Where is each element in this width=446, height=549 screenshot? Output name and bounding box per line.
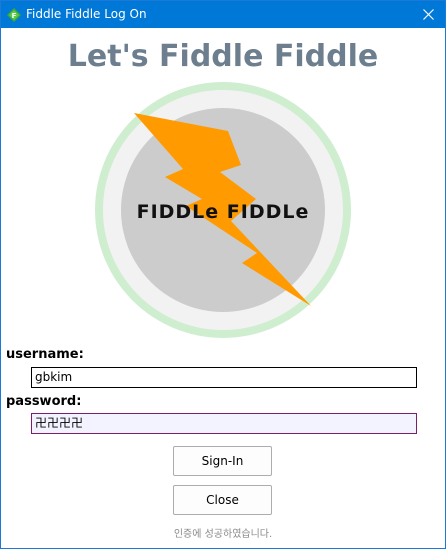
window-title: Fiddle Fiddle Log On [26,7,147,21]
fiddle-fiddle-logo: FIDDLe FIDDLe [95,82,351,338]
close-icon [423,9,434,20]
fiddle-app-icon: F [7,7,21,22]
username-label: username: [6,347,84,362]
logon-window: F Fiddle Fiddle Log On Let's Fiddle Fidd… [0,0,446,549]
password-input[interactable]: 卍卍卍卍 [31,413,417,434]
title-bar[interactable]: F Fiddle Fiddle Log On [1,1,445,28]
window-close-button[interactable] [411,1,445,28]
svg-text:F: F [12,12,17,20]
password-label: password: [6,394,82,409]
logo-text: FIDDLe FIDDLe [137,201,310,223]
username-input[interactable]: gbkim [31,367,417,388]
status-message: 인증에 성공하였습니다. [173,529,273,540]
page-title: Let's Fiddle Fiddle [67,39,379,74]
sign-in-button[interactable]: Sign-In [173,446,272,476]
close-button[interactable]: Close [173,485,272,515]
